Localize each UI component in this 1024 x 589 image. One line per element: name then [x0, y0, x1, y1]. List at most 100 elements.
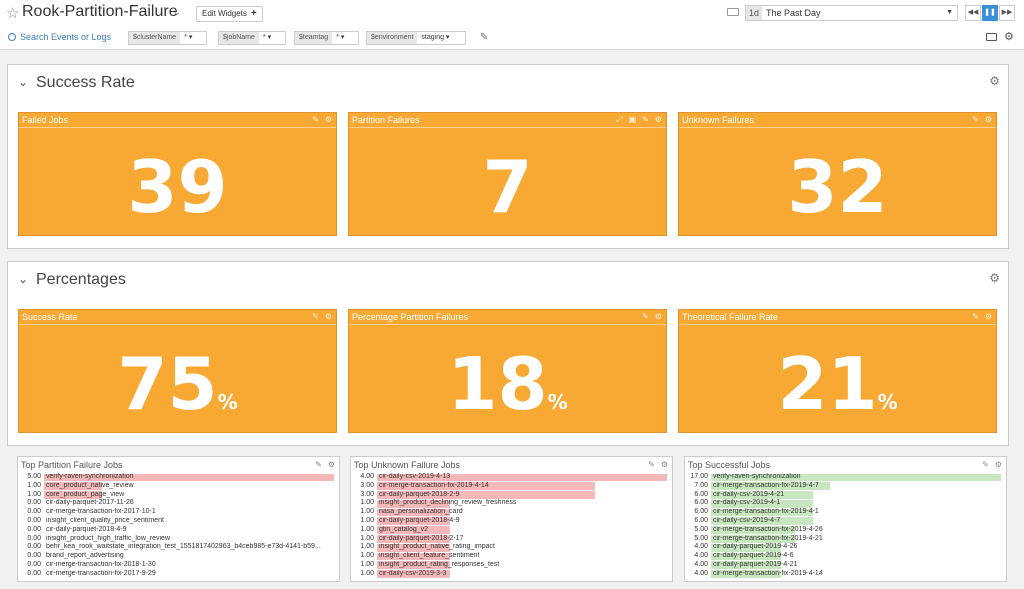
- toplist-row[interactable]: 1.00 insight_product_rating_responses_tes…: [354, 561, 668, 570]
- query-value-widget[interactable]: Theoretical Failure Rate ✎ ⚙ 21%: [678, 309, 997, 433]
- toplist-value: 5.00: [27, 473, 41, 480]
- divider: [679, 324, 996, 325]
- collapse-chevron-icon[interactable]: ⌄: [18, 272, 28, 286]
- pencil-icon[interactable]: ✎: [315, 460, 322, 469]
- toplist-row[interactable]: 4.00 cir-daily-parquet-2019-4-26: [688, 543, 1002, 552]
- star-icon[interactable]: ☆: [6, 4, 19, 22]
- pencil-icon[interactable]: ✎: [648, 460, 655, 469]
- forward-button[interactable]: ▶▶: [999, 5, 1015, 21]
- var-value-select[interactable]: * ▾: [180, 32, 207, 44]
- toplist-row[interactable]: 3.00 cir-daily-parquet-2018-2-9: [354, 491, 668, 500]
- toplist-row[interactable]: 0.00 brand_report_advertising: [21, 552, 335, 561]
- keyboard-icon[interactable]: [727, 8, 739, 16]
- toplist-row[interactable]: 1.00 insight_product_declining_review_fre…: [354, 499, 668, 508]
- gear-icon[interactable]: ⚙: [328, 460, 335, 469]
- toplist-row[interactable]: 0.00 insight_product_high_traffic_low_rev…: [21, 535, 335, 544]
- template-var-jobname[interactable]: $jobName * ▾: [218, 31, 286, 45]
- dashboard-title[interactable]: Rook-Partition-Failure: [22, 3, 178, 21]
- tv-mode-icon[interactable]: [986, 33, 997, 41]
- toplist-row[interactable]: 0.00 cir-merge-transaction-fix-2017-9-29: [21, 570, 335, 579]
- pencil-icon[interactable]: ✎: [642, 115, 649, 124]
- toplist-row[interactable]: 7.00 cir-merge-transaction-fix-2019-4-7: [688, 482, 1002, 491]
- pencil-icon[interactable]: ✎: [312, 115, 319, 124]
- toplist-row[interactable]: 5.00 cir-merge-transaction-fix-2019-4-21: [688, 535, 1002, 544]
- gear-icon[interactable]: ⚙: [989, 271, 1000, 285]
- toplist-row[interactable]: 0.00 cir-merge-transaction-fix-2018-1-30: [21, 561, 335, 570]
- widget-icons: ✎ ⚙: [966, 115, 992, 124]
- toplist-row[interactable]: 4.00 cir-merge-transaction-fix-2019-4-14: [688, 570, 1002, 579]
- toplist-row[interactable]: 4.00 cir-daily-parquet-2019-4-6: [688, 552, 1002, 561]
- toplist-row[interactable]: 1.00 insight_client_feature_sentiment: [354, 552, 668, 561]
- toplist-row[interactable]: 1.00 cir-daily-parquet-2018-4-9: [354, 517, 668, 526]
- gear-icon[interactable]: ⚙: [995, 460, 1002, 469]
- gear-icon[interactable]: ⚙: [661, 460, 668, 469]
- toplist-row[interactable]: 5.00 cir-merge-transaction-fix-2019-4-26: [688, 526, 1002, 535]
- gear-icon[interactable]: ⚙: [325, 312, 332, 321]
- gear-icon[interactable]: ⚙: [985, 115, 992, 124]
- toplist-row[interactable]: 0.00 insight_client_quality_price_sentime…: [21, 517, 335, 526]
- toplist-row[interactable]: 6.00 cir-daily-csv-2019-4-1: [688, 499, 1002, 508]
- gear-icon[interactable]: ⚙: [989, 74, 1000, 88]
- timeframe-select[interactable]: 1d The Past Day ▼: [745, 5, 958, 21]
- toplist-row[interactable]: 6.00 cir-merge-transaction-fix-2019-4-1: [688, 508, 1002, 517]
- template-var-environment[interactable]: $environment staging ▾: [366, 31, 467, 45]
- toplist-widget[interactable]: Top Partition Failure Jobs ✎ ⚙ 5.00 verify…: [17, 456, 340, 582]
- toplist-row[interactable]: 1.00 cir-daily-csv-2019-3-3: [354, 570, 668, 579]
- pencil-icon[interactable]: ✎: [642, 312, 649, 321]
- group-title: Percentages: [36, 271, 126, 288]
- pencil-icon[interactable]: ✎: [480, 32, 488, 43]
- toplist-widget[interactable]: Top Unknown Failure Jobs ✎ ⚙ 4.00 cir-dail…: [350, 456, 673, 582]
- toplist-row[interactable]: 0.00 cir-merge-transaction-fix-2017-10-1: [21, 508, 335, 517]
- toplist-row[interactable]: 3.00 cir-merge-transaction-fix-2019-4-14: [354, 482, 668, 491]
- pencil-icon[interactable]: ✎: [972, 115, 979, 124]
- search-events-link[interactable]: Search Events or Logs: [8, 32, 111, 42]
- template-var-teamtag[interactable]: $teamtag * ▾: [294, 31, 360, 45]
- divider: [679, 127, 996, 128]
- var-value-select[interactable]: * ▾: [258, 32, 285, 44]
- toplist-widget[interactable]: Top Successful Jobs ✎ ⚙ 17.00 verify-raven…: [684, 456, 1007, 582]
- widget-title: Top Unknown Failure Jobs: [354, 460, 461, 470]
- edit-widgets-button[interactable]: Edit Widgets +: [196, 6, 263, 22]
- rewind-button[interactable]: ◀◀: [965, 5, 981, 21]
- gear-icon[interactable]: ⚙: [655, 312, 662, 321]
- toplist-row[interactable]: 6.00 cir-daily-csv-2019-4-7: [688, 517, 1002, 526]
- var-value-select[interactable]: staging ▾: [417, 32, 466, 44]
- query-value-widget[interactable]: Success Rate ✎ ⚙ 75%: [18, 309, 337, 433]
- toplist-row[interactable]: 1.00 nasa_personalization_card: [354, 508, 668, 517]
- toplist-row[interactable]: 0.00 cir-daily-parquet-2017-11-26: [21, 499, 335, 508]
- toplist-row[interactable]: 4.00 cir-daily-csv-2019-4-13: [354, 473, 668, 482]
- pencil-icon[interactable]: ✎: [312, 312, 319, 321]
- collapse-chevron-icon[interactable]: ⌄: [18, 75, 28, 89]
- toplist-row[interactable]: 1.00 cir-daily-parquet-2018-2-17: [354, 535, 668, 544]
- query-value-widget[interactable]: Failed Jobs ✎ ⚙ 39: [18, 112, 337, 236]
- gear-icon[interactable]: ⚙: [985, 312, 992, 321]
- group-percentages: ⌄ Percentages ⚙ Success Rate ✎ ⚙ 75% Perc…: [7, 261, 1009, 446]
- toplist-row[interactable]: 17.00 verify-raven-synchronization: [688, 473, 1002, 482]
- toplist-row[interactable]: 0.00 behr_kea_rook_waitstate_integration_…: [21, 543, 335, 552]
- gear-icon[interactable]: ⚙: [1004, 30, 1014, 43]
- toplist-row[interactable]: 6.00 cir-daily-csv-2019-4-21: [688, 491, 1002, 500]
- query-value-widget[interactable]: Partition Failures ⤢ ▣ ✎ ⚙ 7: [348, 112, 667, 236]
- toplist-row[interactable]: 1.00 insight_product_native_rating_impact: [354, 543, 668, 552]
- pause-button[interactable]: ❚❚: [982, 5, 998, 21]
- toplist-row[interactable]: 4.00 cir-daily-parquet-2019-4-21: [688, 561, 1002, 570]
- toplist-row[interactable]: 0.00 cir-daily-parquet-2018-4-9: [21, 526, 335, 535]
- toplist-value: 1.00: [360, 569, 374, 577]
- widget-title: Top Partition Failure Jobs: [21, 460, 123, 470]
- toplist-name: insight_client_feature_sentiment: [379, 552, 480, 560]
- toplist-row[interactable]: 5.00 verify-raven-synchronization: [21, 473, 335, 482]
- toplist-row[interactable]: 1.00 gtin_catalog_v2: [354, 526, 668, 535]
- pencil-icon[interactable]: ✎: [972, 312, 979, 321]
- gear-icon[interactable]: ⚙: [655, 115, 662, 124]
- template-var-clustername[interactable]: $clusterName * ▾: [128, 31, 208, 45]
- camera-icon[interactable]: ▣: [629, 115, 637, 124]
- toplist-row[interactable]: 1.00 core_product_native_review: [21, 482, 335, 491]
- gear-icon[interactable]: ⚙: [325, 115, 332, 124]
- toplist-row[interactable]: 1.00 core_product_page_view: [21, 491, 335, 500]
- query-value-widget[interactable]: Percentage Partition Failures ✎ ⚙ 18%: [348, 309, 667, 433]
- var-value-select[interactable]: * ▾: [332, 32, 359, 44]
- chevron-down-icon[interactable]: ⌄: [172, 5, 181, 18]
- expand-icon[interactable]: ⤢: [616, 115, 622, 124]
- pencil-icon[interactable]: ✎: [982, 460, 989, 469]
- query-value-widget[interactable]: Unknown Failures ✎ ⚙ 32: [678, 112, 997, 236]
